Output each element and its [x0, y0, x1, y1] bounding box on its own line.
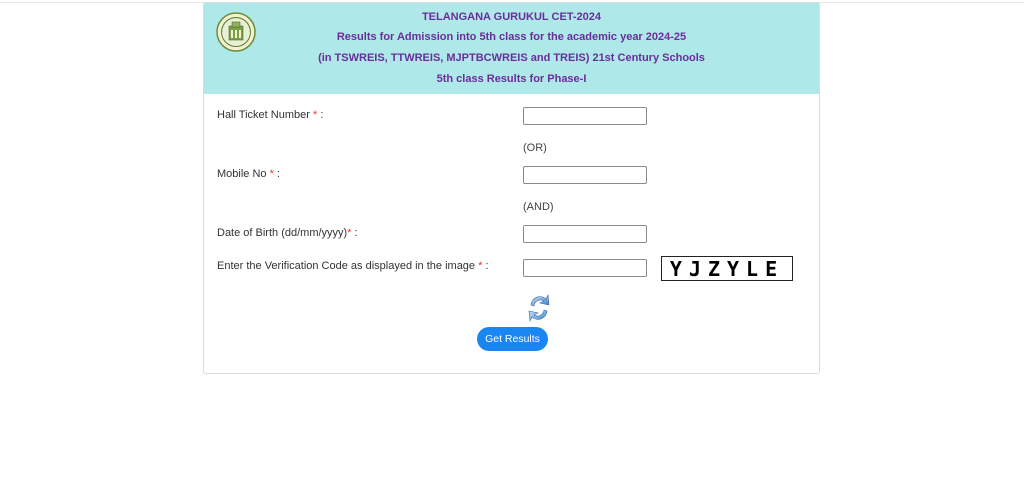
or-separator: (OR): [523, 142, 547, 154]
dob-label: Date of Birth (dd/mm/yyyy)* :: [217, 227, 358, 239]
verification-label: Enter the Verification Code as displayed…: [217, 260, 489, 272]
header-subtitle: Results for Admission into 5th class for…: [336, 31, 687, 43]
mobile-input[interactable]: [523, 166, 647, 184]
verification-code-input[interactable]: [523, 259, 647, 277]
header-title: TELANGANA GURUKUL CET-2024: [421, 11, 602, 23]
results-form-card: TELANGANA GURUKUL CET-2024 Results for A…: [203, 2, 820, 374]
get-results-button[interactable]: Get Results: [477, 327, 548, 351]
captcha-image: YJZYLE: [661, 256, 793, 281]
header-phase: 5th class Results for Phase-I: [436, 73, 587, 85]
hall-ticket-input[interactable]: [523, 107, 647, 125]
hall-ticket-label: Hall Ticket Number * :: [217, 109, 324, 121]
mobile-label: Mobile No * :: [217, 168, 280, 180]
header-schools: (in TSWREIS, TTWREIS, MJPTBCWREIS and TR…: [318, 52, 705, 64]
and-separator: (AND): [523, 201, 554, 213]
refresh-icon[interactable]: [527, 291, 551, 325]
form-header: TELANGANA GURUKUL CET-2024 Results for A…: [204, 3, 819, 94]
dob-input[interactable]: [523, 225, 647, 243]
